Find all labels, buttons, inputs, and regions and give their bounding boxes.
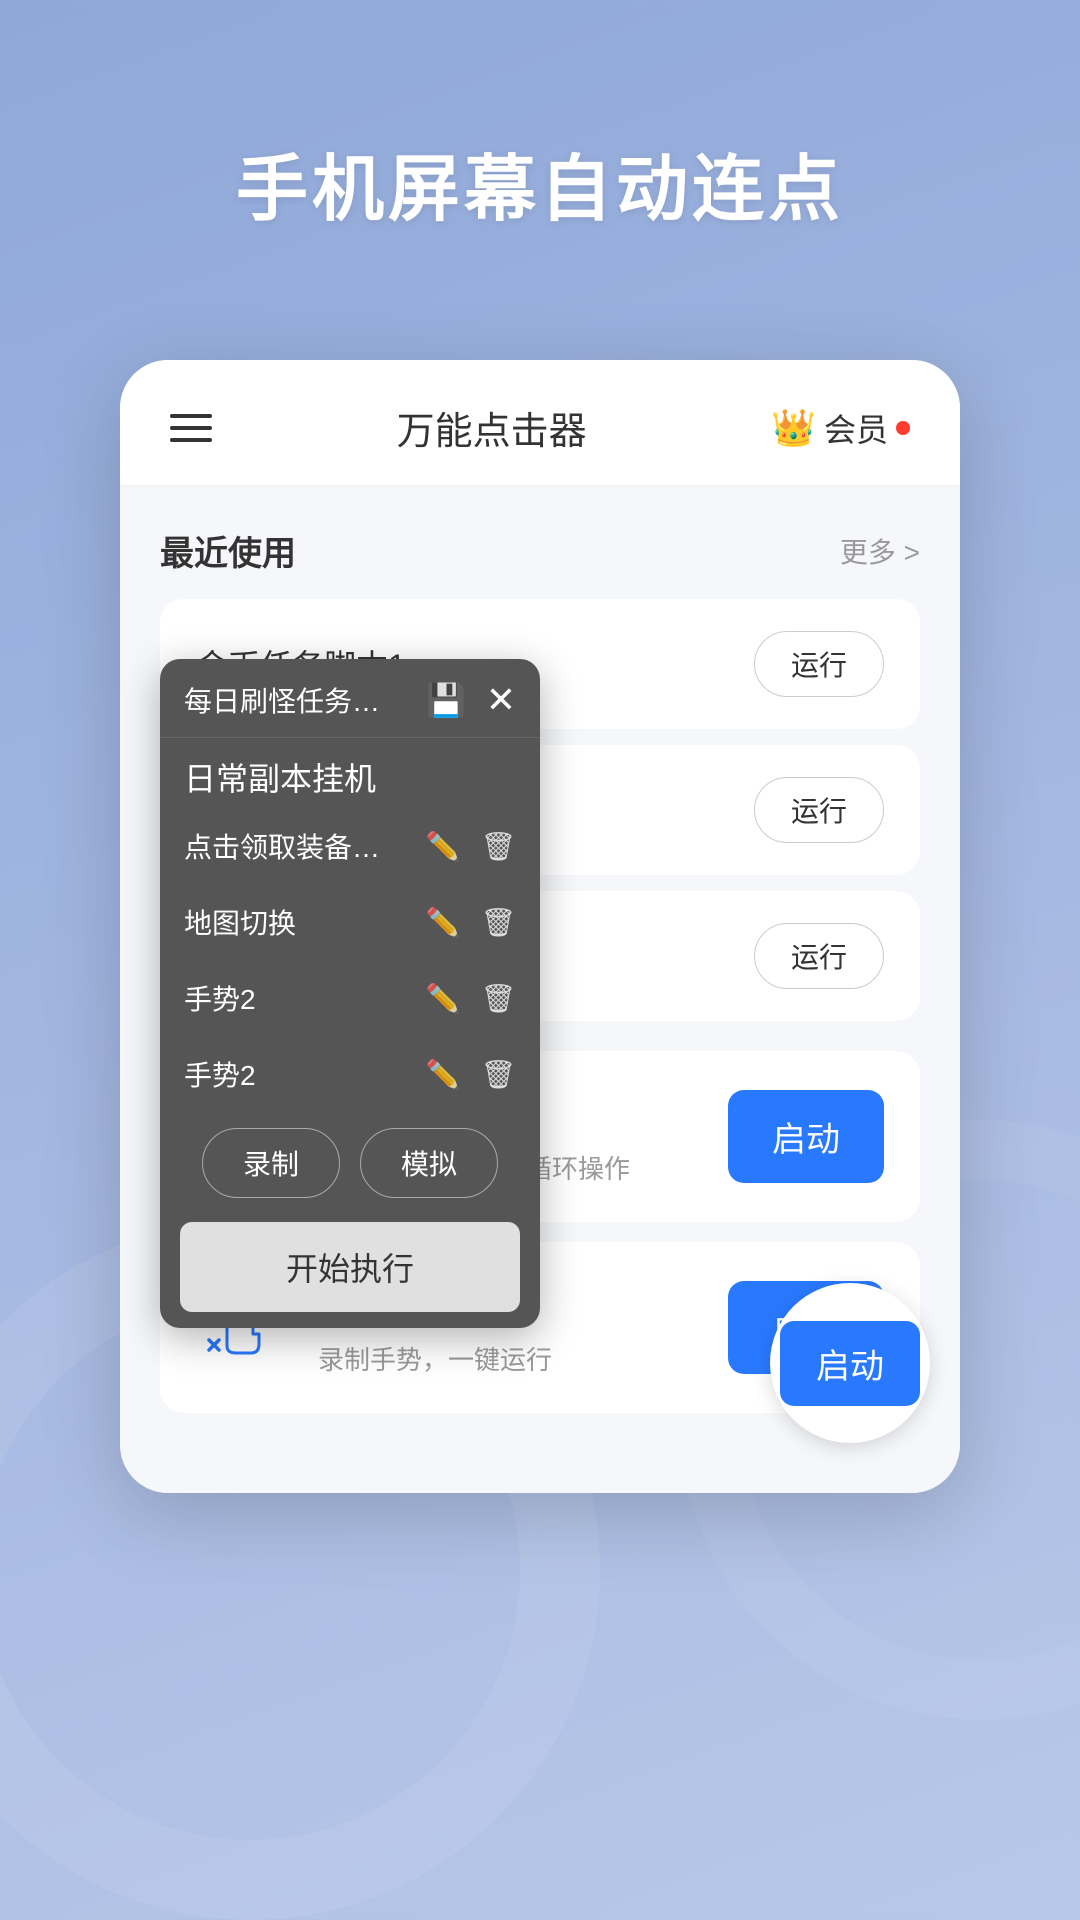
record-button[interactable]: 录制 bbox=[202, 1128, 340, 1198]
float-start-button[interactable]: 启动 bbox=[780, 1321, 920, 1406]
script-card-1: 金币任务脚本1 运行 每日刷怪任务… 💾 ✕ 日常副本挂机 点击领取装备… ✏️ bbox=[160, 599, 920, 729]
edit-icon-3[interactable]: ✏️ bbox=[426, 982, 461, 1015]
item-actions-1: ✏️ 🗑 bbox=[426, 830, 516, 863]
dropdown-header-text: 每日刷怪任务… bbox=[184, 680, 426, 720]
recent-title: 最近使用 bbox=[160, 526, 296, 575]
dropdown-action-buttons: 录制 模拟 bbox=[160, 1112, 540, 1214]
save-icon[interactable]: 💾 bbox=[426, 681, 466, 719]
app-header: 万能点击器 👑 会员 bbox=[120, 360, 960, 486]
member-label: 会员 bbox=[824, 405, 888, 451]
run-button-2[interactable]: 运行 bbox=[754, 777, 884, 843]
dropdown-item-text-1: 点击领取装备… bbox=[184, 826, 426, 866]
item-actions-4: ✏️ 🗑 bbox=[426, 1058, 516, 1091]
edit-icon-4[interactable]: ✏️ bbox=[426, 1058, 461, 1091]
run-button-1[interactable]: 运行 bbox=[754, 631, 884, 697]
dropdown-item-text-4: 手势2 bbox=[184, 1054, 426, 1094]
content-area: 最近使用 更多 > 金币任务脚本1 运行 每日刷怪任务… 💾 ✕ 日常副本挂机 bbox=[120, 486, 960, 1413]
dropdown-item-2: 地图切换 ✏️ 🗑 bbox=[160, 884, 540, 960]
delete-icon-2[interactable]: 🗑 bbox=[480, 906, 516, 939]
app-title: 万能点击器 bbox=[397, 400, 587, 455]
page-main-title: 手机屏幕自动连点 bbox=[0, 0, 1080, 295]
crown-icon: 👑 bbox=[771, 407, 816, 449]
dropdown-popup: 每日刷怪任务… 💾 ✕ 日常副本挂机 点击领取装备… ✏️ 🗑 地图切换 bbox=[160, 659, 540, 1328]
dropdown-item-3: 手势2 ✏️ 🗑 bbox=[160, 960, 540, 1036]
dropdown-item-text-3: 手势2 bbox=[184, 978, 426, 1018]
notification-dot bbox=[896, 421, 910, 435]
record-desc: 录制手势，一键运行 bbox=[318, 1340, 696, 1377]
item-actions-3: ✏️ 🗑 bbox=[426, 982, 516, 1015]
edit-icon-2[interactable]: ✏️ bbox=[426, 906, 461, 939]
run-button-3[interactable]: 运行 bbox=[754, 923, 884, 989]
dropdown-item-text-2: 地图切换 bbox=[184, 902, 426, 942]
execute-button[interactable]: 开始执行 bbox=[180, 1222, 520, 1312]
delete-icon-4[interactable]: 🗑 bbox=[480, 1058, 516, 1091]
phone-card: 万能点击器 👑 会员 最近使用 更多 > 金币任务脚本1 运行 每日刷怪任务… bbox=[120, 360, 960, 1493]
dropdown-header-icons: 💾 ✕ bbox=[426, 679, 516, 721]
dropdown-item-1: 点击领取装备… ✏️ 🗑 bbox=[160, 808, 540, 884]
delete-icon-3[interactable]: 🗑 bbox=[480, 982, 516, 1015]
dropdown-item-4: 手势2 ✏️ 🗑 bbox=[160, 1036, 540, 1112]
close-icon[interactable]: ✕ bbox=[486, 679, 516, 721]
float-circle-button[interactable]: 启动 bbox=[770, 1283, 930, 1443]
dropdown-header: 每日刷怪任务… 💾 ✕ bbox=[160, 659, 540, 738]
menu-button[interactable] bbox=[170, 414, 212, 442]
recent-section-header: 最近使用 更多 > bbox=[160, 526, 920, 575]
item-actions-2: ✏️ 🗑 bbox=[426, 906, 516, 939]
dropdown-main-title: 日常副本挂机 bbox=[160, 738, 540, 808]
delete-icon-1[interactable]: 🗑 bbox=[480, 830, 516, 863]
more-link[interactable]: 更多 > bbox=[840, 531, 920, 571]
edit-icon-1[interactable]: ✏️ bbox=[426, 830, 461, 863]
simulate-button[interactable]: 模拟 bbox=[360, 1128, 498, 1198]
member-badge[interactable]: 👑 会员 bbox=[771, 405, 910, 451]
tap-start-button[interactable]: 启动 bbox=[728, 1090, 884, 1183]
